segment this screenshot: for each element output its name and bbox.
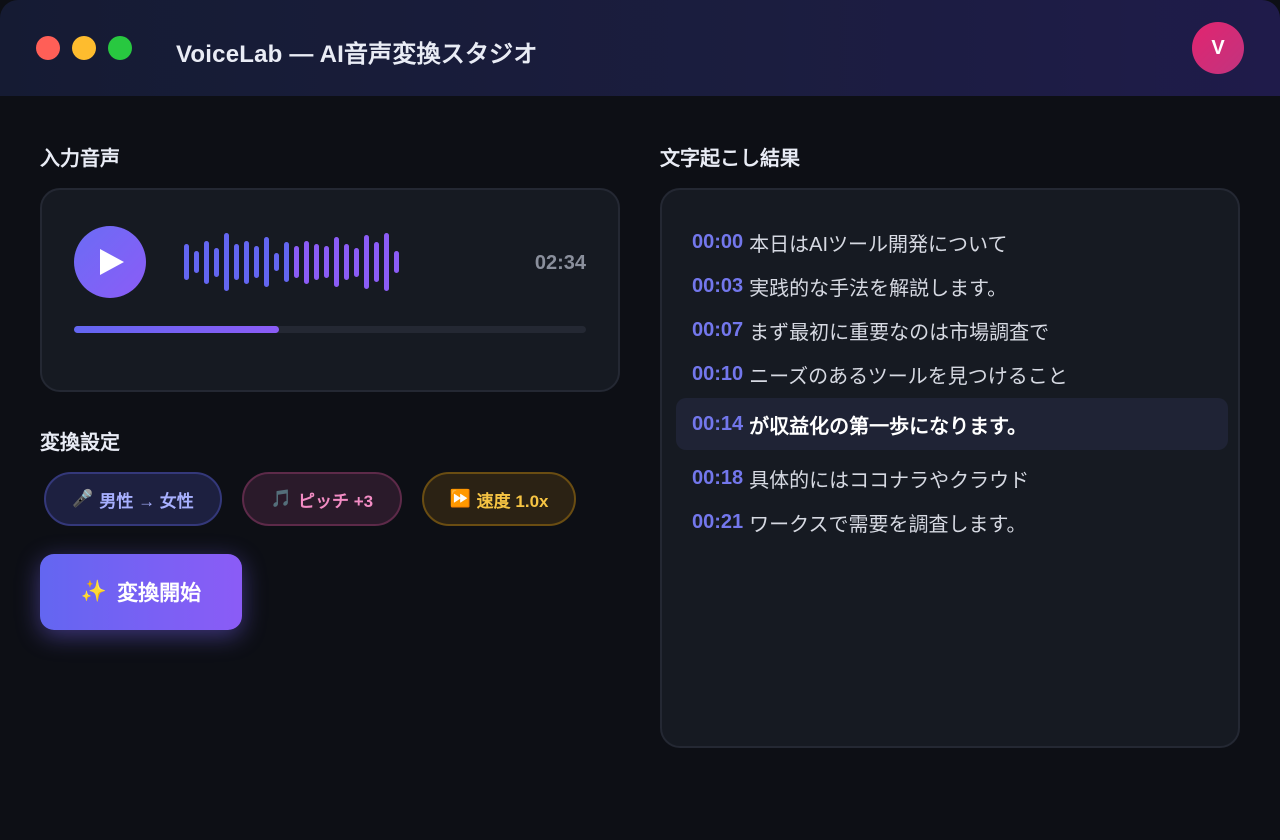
waveform-bar — [344, 244, 349, 280]
start-conversion-button[interactable]: ✨ 変換開始 — [40, 554, 242, 630]
play-icon — [100, 249, 124, 275]
minimize-window-button[interactable] — [72, 36, 96, 60]
waveform-bar — [384, 233, 389, 291]
input-audio-heading: 入力音声 — [40, 148, 120, 170]
waveform-bar — [274, 253, 279, 271]
transcript-line[interactable]: 00:21 ワークスで需要を調査します。 — [676, 496, 1228, 548]
waveform-bar — [204, 240, 209, 284]
close-window-button[interactable] — [36, 36, 60, 60]
transcript-heading: 文字起こし結果 — [660, 148, 800, 170]
transcript-text: ニーズのあるツールを見つけること — [749, 365, 1068, 388]
pitch-chip[interactable]: 🎵 ピッチ +3 — [242, 472, 402, 526]
waveform-bar — [234, 244, 239, 280]
start-conversion-label: 変換開始 — [117, 582, 202, 605]
waveform-bar — [304, 240, 309, 284]
transcript-text: 本日はAIツール開発について — [749, 233, 1008, 256]
waveform-bar — [194, 251, 199, 273]
transcript-text: まず最初に重要なのは市場調査で — [749, 321, 1050, 344]
playback-progress-fill — [74, 326, 279, 333]
waveform[interactable] — [166, 226, 399, 298]
waveform-bar — [324, 246, 329, 278]
waveform-bar — [334, 237, 339, 287]
play-button[interactable] — [74, 226, 146, 298]
music-note-icon: 🎵 — [270, 489, 293, 508]
fast-forward-icon: ⏩ — [449, 489, 471, 508]
waveform-bar — [314, 244, 319, 280]
app-window: VoiceLab — AI音声変換スタジオ V 入力音声 02:34 変換設定 … — [0, 0, 1280, 840]
audio-duration: 02:34 — [534, 252, 586, 274]
microphone-icon: 🎤 — [72, 489, 94, 508]
timestamp: 00:00 — [692, 230, 744, 253]
timestamp: 00:18 — [692, 466, 744, 489]
waveform-bar — [284, 242, 289, 282]
waveform-bar — [354, 247, 359, 277]
waveform-bar — [224, 233, 229, 291]
waveform-bar — [214, 247, 219, 277]
app-title: VoiceLab — AI音声変換スタジオ — [176, 41, 538, 68]
transcript-line[interactable]: 00:10 ニーズのあるツールを見つけること — [676, 348, 1228, 400]
pitch-label: ピッチ +3 — [298, 491, 374, 511]
voice-gender-label: 男性 → 女性 — [99, 491, 194, 511]
waveform-bar — [184, 244, 189, 280]
waveform-bar — [374, 242, 379, 282]
sparkles-icon: ✨ — [80, 580, 108, 603]
speed-chip[interactable]: ⏩ 速度 1.0x — [422, 472, 576, 526]
conversion-settings-heading: 変換設定 — [40, 432, 120, 454]
transcript-text: 具体的にはココナラやクラウド — [749, 469, 1030, 492]
transcript-line-active[interactable]: 00:14 が収益化の第一歩になります。 — [676, 398, 1228, 450]
playback-progress[interactable] — [74, 326, 586, 333]
timestamp: 00:14 — [692, 412, 744, 435]
waveform-bar — [244, 240, 249, 284]
speed-label: 速度 1.0x — [476, 491, 549, 511]
waveform-bar — [364, 235, 369, 289]
timestamp: 00:03 — [692, 274, 744, 297]
timestamp: 00:07 — [692, 318, 744, 341]
timestamp: 00:10 — [692, 362, 744, 385]
maximize-window-button[interactable] — [108, 36, 132, 60]
audio-player-card: 02:34 — [40, 188, 620, 392]
title-bar: VoiceLab — AI音声変換スタジオ V — [0, 0, 1280, 96]
waveform-bar — [264, 237, 269, 287]
waveform-bar — [254, 246, 259, 278]
user-avatar[interactable]: V — [1192, 22, 1244, 74]
transcript-text: ワークスで需要を調査します。 — [749, 513, 1027, 536]
timestamp: 00:21 — [692, 510, 744, 533]
waveform-bar — [294, 246, 299, 278]
transcript-text: が収益化の第一歩になります。 — [749, 415, 1028, 438]
transcript-panel: 00:00 本日はAIツール開発について 00:03 実践的な手法を解説します。… — [660, 188, 1240, 748]
voice-gender-chip[interactable]: 🎤 男性 → 女性 — [44, 472, 222, 526]
transcript-text: 実践的な手法を解説します。 — [749, 277, 1008, 300]
waveform-bar — [394, 251, 399, 273]
